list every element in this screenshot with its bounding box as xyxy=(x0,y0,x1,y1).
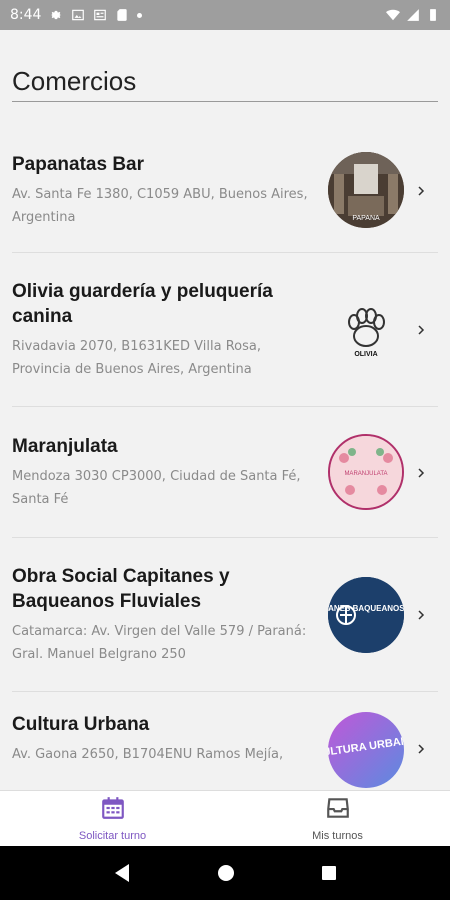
bottom-nav: Solicitar turno Mis turnos xyxy=(0,790,450,846)
chevron-right-icon[interactable] xyxy=(404,604,438,625)
business-logo: OLIVIA xyxy=(328,291,404,368)
page-title: Comercios xyxy=(12,66,438,102)
logo-text: CAPITANES BAQUEANOS FLUVIALES xyxy=(328,604,404,613)
business-name: Obra Social Capitanes y Baqueanos Fluvia… xyxy=(12,565,230,612)
business-address: Mendoza 3030 CP3000, Ciudad de Santa Fé,… xyxy=(12,468,301,507)
business-list[interactable]: Papanatas Bar Av. Santa Fe 1380, C1059 A… xyxy=(12,128,438,788)
recents-icon[interactable] xyxy=(321,865,337,881)
battery-icon xyxy=(426,8,440,22)
logo-text: PAPANA xyxy=(352,215,380,222)
list-item[interactable]: Papanatas Bar Av. Santa Fe 1380, C1059 A… xyxy=(12,128,438,253)
logo-text: OLIVIA xyxy=(354,351,377,358)
business-logo: CULTURA URBANA xyxy=(328,712,404,788)
list-item[interactable]: Maranjulata Mendoza 3030 CP3000, Ciudad … xyxy=(12,407,438,538)
business-address: Rivadavia 2070, B1631KED Villa Rosa, Pro… xyxy=(12,338,261,377)
business-address: Av. Gaona 2650, B1704ENU Ramos Mejía, xyxy=(12,747,284,762)
business-name: Olivia guardería y peluquería canina xyxy=(12,280,273,327)
logo-text: MARANJULATA xyxy=(344,471,387,477)
business-logo: PAPANA xyxy=(328,152,404,228)
tab-mis-turnos[interactable]: Mis turnos xyxy=(225,791,450,846)
chevron-right-icon[interactable] xyxy=(404,319,438,340)
business-logo: MARANJULATA xyxy=(328,434,404,510)
notification-dot-icon xyxy=(137,12,143,18)
settings-icon xyxy=(49,8,63,22)
chevron-right-icon[interactable] xyxy=(404,462,438,483)
business-logo: CAPITANES BAQUEANOS FLUVIALES xyxy=(328,576,404,653)
list-item[interactable]: Obra Social Capitanes y Baqueanos Fluvia… xyxy=(12,538,438,692)
business-name: Cultura Urbana xyxy=(12,714,150,735)
tab-label: Mis turnos xyxy=(312,830,363,842)
list-item[interactable]: Olivia guardería y peluquería canina Riv… xyxy=(12,253,438,407)
inbox-icon xyxy=(325,795,351,826)
status-bar: 8:44 xyxy=(0,0,450,30)
business-name: Papanatas Bar xyxy=(12,153,145,175)
business-name: Maranjulata xyxy=(12,435,118,457)
status-time: 8:44 xyxy=(10,7,42,23)
system-nav-bar xyxy=(0,846,450,900)
photo-icon xyxy=(71,8,85,22)
logo-text: CULTURA URBANA xyxy=(328,734,404,760)
tab-label: Solicitar turno xyxy=(78,830,147,842)
sd-card-icon xyxy=(115,8,129,22)
business-address: Av. Santa Fe 1380, C1059 ABU, Buenos Air… xyxy=(12,186,308,225)
page-header: Comercios xyxy=(12,66,438,102)
signal-icon xyxy=(406,8,420,22)
list-item[interactable]: Cultura Urbana Av. Gaona 2650, B1704ENU … xyxy=(12,692,438,788)
tab-solicitar-turno[interactable]: Solicitar turno xyxy=(0,791,225,846)
wifi-icon xyxy=(386,8,400,22)
back-icon[interactable] xyxy=(113,863,131,883)
calendar-icon xyxy=(100,795,126,826)
chevron-right-icon[interactable] xyxy=(404,738,438,759)
chevron-right-icon[interactable] xyxy=(404,180,438,201)
news-icon xyxy=(93,8,107,22)
home-icon[interactable] xyxy=(217,864,235,882)
business-address: Catamarca: Av. Virgen del Valle 579 / Pa… xyxy=(12,623,307,662)
